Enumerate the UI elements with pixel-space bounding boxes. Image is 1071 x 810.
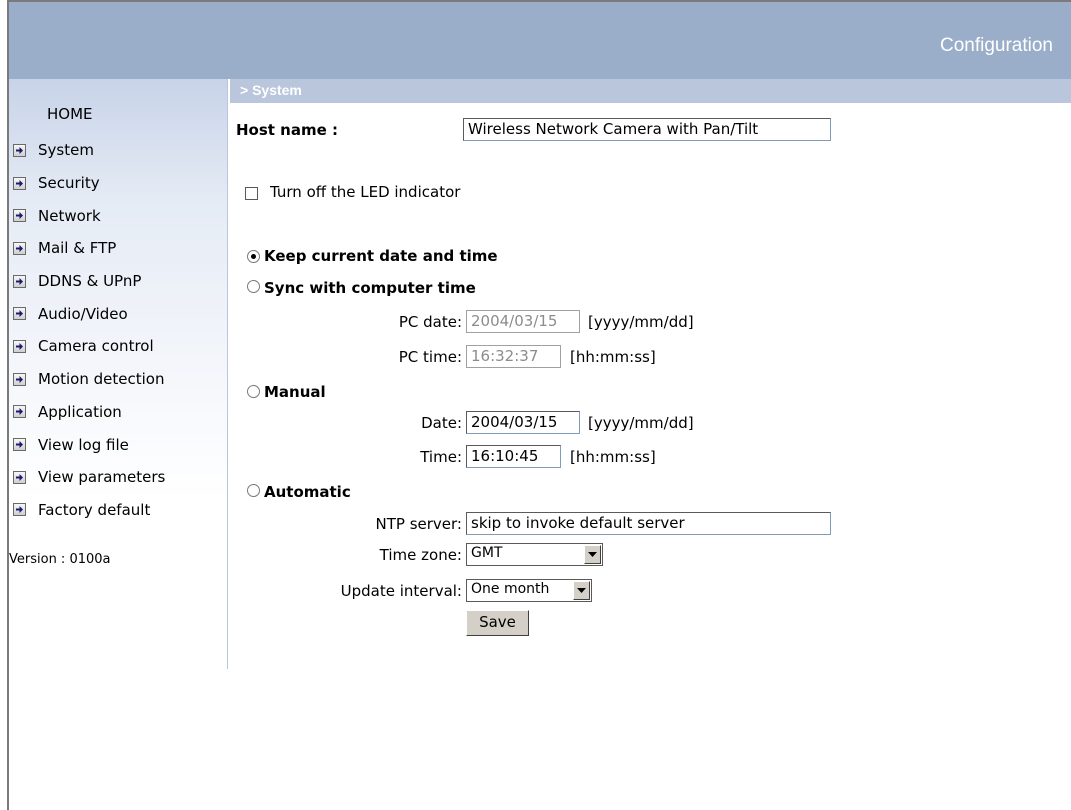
save-button[interactable]: Save: [466, 610, 529, 636]
arrow-right-icon: [13, 143, 26, 157]
date-label: Date:: [421, 414, 462, 432]
home-link[interactable]: HOME: [47, 105, 93, 123]
sidebar-item-ddns-upnp[interactable]: DDNS & UPnP: [13, 265, 165, 298]
sidebar-item-application[interactable]: Application: [13, 396, 165, 429]
sidebar-item-view-parameters[interactable]: View parameters: [13, 461, 165, 494]
pc-date-label: PC date:: [398, 313, 462, 331]
update-interval-select[interactable]: One month: [466, 579, 592, 602]
arrow-right-icon: [13, 209, 26, 223]
automatic-label: Automatic: [264, 483, 351, 501]
sync-time-label: Sync with computer time: [264, 279, 476, 297]
version-label: Version : 0100a: [9, 552, 111, 567]
update-interval-value: One month: [471, 581, 550, 597]
keep-time-label: Keep current date and time: [264, 247, 498, 265]
arrow-right-icon: [13, 176, 26, 190]
sidebar-item-camera-control[interactable]: Camera control: [13, 330, 165, 363]
arrow-right-icon: [13, 307, 26, 321]
date-input[interactable]: 2004/03/15: [466, 411, 580, 434]
sidebar-item-label: View parameters: [38, 468, 166, 487]
time-format: [hh:mm:ss]: [570, 448, 656, 466]
manual-label: Manual: [264, 383, 326, 401]
header-bar: Configuration: [9, 2, 1071, 79]
arrow-right-icon: [13, 274, 26, 288]
sidebar-item-system[interactable]: System: [13, 134, 165, 167]
arrow-right-icon: [13, 339, 26, 353]
arrow-right-icon: [13, 503, 26, 517]
sidebar-item-audio-video[interactable]: Audio/Video: [13, 297, 165, 330]
ntp-server-label: NTP server:: [375, 515, 462, 533]
time-label: Time:: [420, 448, 462, 466]
sidebar-item-motion-detection[interactable]: Motion detection: [13, 363, 165, 396]
sidebar-item-mail-ftp[interactable]: Mail & FTP: [13, 232, 165, 265]
led-checkbox[interactable]: [245, 187, 258, 200]
sidebar-item-label: View log file: [38, 435, 129, 454]
arrow-right-icon: [13, 470, 26, 484]
time-input[interactable]: 16:10:45: [466, 445, 561, 468]
arrow-right-icon: [13, 241, 26, 255]
host-name-input[interactable]: Wireless Network Camera with Pan/Tilt: [463, 118, 831, 141]
section-header: > System: [230, 79, 1071, 103]
ntp-server-input[interactable]: skip to invoke default server: [466, 512, 831, 535]
pc-date-input: 2004/03/15: [466, 310, 580, 333]
sidebar-item-label: Motion detection: [38, 370, 165, 389]
update-interval-label: Update interval:: [340, 582, 462, 600]
keep-time-radio[interactable]: [247, 250, 260, 263]
manual-time-radio[interactable]: [247, 385, 260, 398]
time-zone-value: GMT: [471, 545, 503, 561]
pc-date-format: [yyyy/mm/dd]: [588, 313, 694, 331]
app-frame: Configuration HOME System Security Netwo…: [7, 0, 1071, 810]
date-format: [yyyy/mm/dd]: [588, 414, 694, 432]
time-zone-select[interactable]: GMT: [466, 543, 603, 566]
sidebar-item-label: DDNS & UPnP: [38, 272, 142, 291]
page-title: Configuration: [939, 35, 1053, 56]
chevron-down-icon[interactable]: [584, 545, 601, 564]
sidebar-item-view-log-file[interactable]: View log file: [13, 428, 165, 461]
system-form: Host name : Wireless Network Camera with…: [230, 103, 1071, 663]
pc-time-label: PC time:: [398, 348, 462, 366]
led-label: Turn off the LED indicator: [270, 183, 461, 201]
time-zone-label: Time zone:: [379, 546, 462, 564]
pc-time-input: 16:32:37: [466, 345, 561, 368]
arrow-right-icon: [13, 372, 26, 386]
sidebar-item-label: System: [38, 141, 94, 160]
sidebar-item-label: Security: [38, 174, 100, 193]
arrow-right-icon: [13, 405, 26, 419]
sidebar-menu: System Security Network Mail & FTP DDNS …: [13, 134, 165, 526]
automatic-time-radio[interactable]: [247, 484, 260, 497]
sync-time-radio[interactable]: [247, 280, 260, 293]
section-title: > System: [240, 82, 302, 98]
arrow-right-icon: [13, 438, 26, 452]
chevron-down-icon[interactable]: [573, 581, 590, 600]
sidebar-item-label: Factory default: [38, 500, 151, 519]
sidebar-item-factory-default[interactable]: Factory default: [13, 494, 165, 527]
host-name-label: Host name :: [236, 121, 339, 139]
sidebar-item-label: Audio/Video: [38, 304, 128, 323]
sidebar-item-network[interactable]: Network: [13, 199, 165, 232]
sidebar-item-security[interactable]: Security: [13, 167, 165, 200]
sidebar-item-label: Network: [38, 206, 101, 225]
sidebar-item-label: Mail & FTP: [38, 239, 117, 258]
pc-time-format: [hh:mm:ss]: [570, 348, 656, 366]
sidebar: HOME System Security Network Mail & FTP …: [9, 79, 228, 669]
sidebar-item-label: Camera control: [38, 337, 154, 356]
sidebar-item-label: Application: [38, 402, 122, 421]
